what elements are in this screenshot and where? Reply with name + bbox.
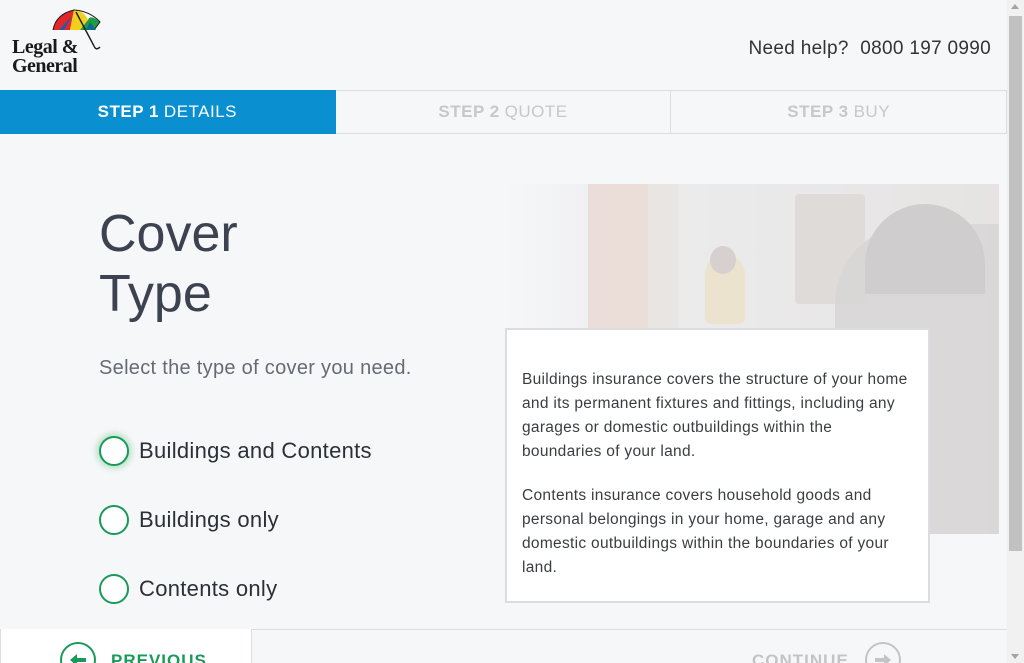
option-contents-only[interactable]: Contents only — [99, 572, 277, 606]
page-subtitle: Select the type of cover you need. — [99, 357, 412, 379]
step-2-quote[interactable]: STEP 2 QUOTE — [335, 90, 672, 134]
step-1-details[interactable]: STEP 1 DETAILS — [0, 90, 336, 134]
radio-button[interactable] — [99, 505, 129, 535]
scroll-down-arrow-icon[interactable] — [1011, 654, 1019, 659]
step-number: STEP 1 — [97, 102, 159, 121]
logo-wordmark: Legal & General — [12, 37, 78, 77]
buildings-info-text: Buildings insurance covers the structure… — [522, 371, 908, 460]
legal-and-general-logo[interactable]: Legal & General — [12, 8, 104, 78]
previous-button[interactable]: PREVIOUS — [0, 629, 252, 663]
step-3-buy[interactable]: STEP 3 BUY — [671, 90, 1008, 134]
previous-label: PREVIOUS — [111, 651, 207, 663]
step-label: BUY — [853, 102, 891, 121]
option-label: Buildings and Contents — [139, 438, 372, 463]
continue-label: CONTINUE — [752, 651, 849, 663]
page-title: Cover Type — [99, 204, 299, 324]
logo-line-2: General — [12, 55, 78, 77]
option-label: Buildings only — [139, 507, 279, 532]
continue-button[interactable]: CONTINUE — [740, 629, 1007, 663]
option-buildings-and-contents[interactable]: Buildings and Contents — [99, 434, 372, 468]
option-buildings-only[interactable]: Buildings only — [99, 503, 279, 537]
option-label: Contents only — [139, 576, 278, 601]
arrow-right-icon — [865, 642, 901, 663]
contents-info-text: Contents insurance covers household good… — [522, 487, 889, 576]
title-line-1: Cover — [99, 205, 238, 263]
scroll-up-arrow-icon[interactable] — [1011, 4, 1019, 9]
cover-info-box: Buildings insurance covers the structure… — [505, 328, 930, 603]
progress-steps: STEP 1 DETAILS STEP 2 QUOTE STEP 3 BUY — [0, 90, 1008, 134]
radio-button[interactable] — [99, 574, 129, 604]
help-contact: Need help? 0800 197 0990 — [749, 38, 992, 60]
help-label: Need help? — [748, 38, 849, 59]
step-number: STEP 3 — [787, 102, 849, 121]
radio-button[interactable] — [99, 436, 129, 466]
step-number: STEP 2 — [438, 102, 500, 121]
vertical-scrollbar[interactable] — [1007, 0, 1024, 663]
step-label: QUOTE — [504, 102, 568, 121]
help-phone-number[interactable]: 0800 197 0990 — [860, 38, 991, 59]
scrollbar-thumb[interactable] — [1009, 16, 1022, 551]
step-label: DETAILS — [163, 102, 238, 121]
title-line-2: Type — [99, 265, 212, 323]
arrow-left-icon — [60, 642, 96, 663]
page-header: Legal & General Need help? 0800 197 0990 — [0, 0, 1007, 90]
